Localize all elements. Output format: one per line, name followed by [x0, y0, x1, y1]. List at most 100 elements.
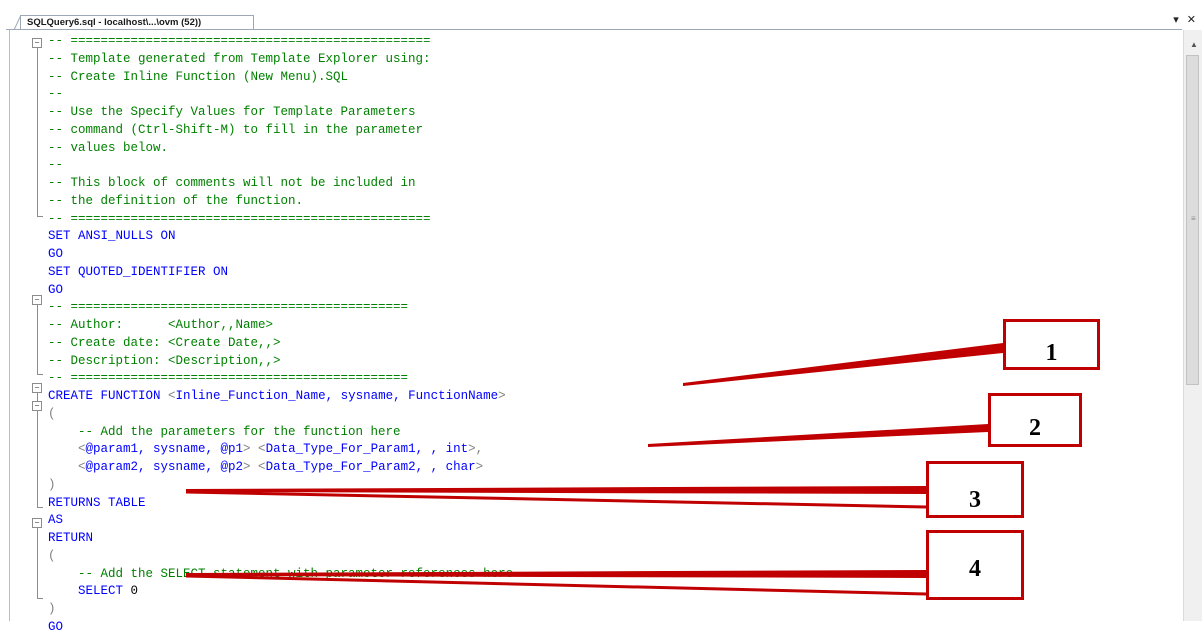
dropdown-icon[interactable]: ▾	[1173, 14, 1179, 26]
code-token: >	[475, 460, 484, 474]
code-line[interactable]: AS	[48, 512, 513, 530]
document-tab[interactable]: SQLQuery6.sql - localhost\...\ovm (52))	[20, 15, 254, 29]
code-line[interactable]: GO	[48, 619, 513, 637]
code-token: -- =====================================…	[48, 300, 409, 315]
code-line[interactable]: RETURNS TABLE	[48, 495, 513, 513]
code-line[interactable]: -- =====================================…	[48, 299, 513, 317]
callout-box-4: 4	[926, 530, 1024, 600]
code-token: ,	[475, 442, 484, 457]
code-token: -- Use the Specify Values for Template P…	[48, 105, 416, 119]
code-line[interactable]: GO	[48, 282, 513, 300]
code-token: GO	[48, 282, 64, 297]
code-line[interactable]: --	[48, 157, 513, 175]
code-token: >	[468, 442, 476, 457]
code-token: -- Add the parameters for the function h…	[48, 424, 401, 439]
code-line[interactable]: -- =====================================…	[48, 211, 513, 229]
code-token: <	[48, 460, 86, 474]
code-line[interactable]: <@param1, sysname, @p1> <Data_Type_For_P…	[48, 441, 513, 459]
code-token: RETURN	[48, 531, 94, 545]
code-token: SET QUOTED_IDENTIFIER ON	[48, 264, 229, 279]
code-line[interactable]: SET QUOTED_IDENTIFIER ON	[48, 264, 513, 282]
code-token: (	[48, 406, 56, 421]
code-token: -- =====================================…	[48, 371, 409, 386]
code-token: @param1, sysname, @p1	[85, 442, 244, 457]
fold-line	[37, 48, 38, 216]
fold-line	[37, 528, 38, 598]
code-line[interactable]: CREATE FUNCTION <Inline_Function_Name, s…	[48, 388, 513, 406]
code-line[interactable]: -- Add the SELECT statement with paramet…	[48, 566, 513, 584]
outlining-gutter: − − − − −	[10, 30, 48, 621]
code-token: > <	[243, 460, 266, 474]
code-line[interactable]: (	[48, 548, 513, 566]
code-line[interactable]: SET ANSI_NULLS ON	[48, 228, 513, 246]
code-token: Data_Type_For_Param1, , int	[265, 442, 469, 457]
code-token: SELECT	[48, 584, 131, 599]
code-token: @param2, sysname, @p2	[85, 460, 244, 474]
document-tab-bar: SQLQuery6.sql - localhost\...\ovm (52)) …	[0, 0, 1202, 30]
code-line[interactable]: -- This block of comments will not be in…	[48, 175, 513, 193]
collapse-icon[interactable]: −	[32, 383, 42, 393]
scrollbar-grip-icon: ≡	[1191, 214, 1196, 223]
code-token: AS	[48, 513, 64, 528]
code-line[interactable]: -- values below.	[48, 140, 513, 158]
fold-line	[37, 305, 38, 374]
code-line[interactable]: -- Create Inline Function (New Menu).SQL	[48, 69, 513, 87]
scroll-up-icon[interactable]: ▲	[1190, 40, 1198, 49]
callout-box-2: 2	[988, 393, 1082, 447]
callout-box-3: 3	[926, 461, 1024, 518]
code-token: -- the definition of the function.	[48, 193, 304, 208]
code-line[interactable]: )	[48, 477, 513, 495]
code-text[interactable]: -- =====================================…	[48, 33, 513, 637]
code-token: )	[48, 602, 56, 616]
code-token: >	[498, 389, 506, 403]
code-token: CREATE FUNCTION	[48, 389, 169, 403]
code-line[interactable]: <@param2, sysname, @p2> <Data_Type_For_P…	[48, 459, 513, 477]
fold-line	[37, 598, 43, 599]
fold-line	[37, 507, 43, 508]
tab-controls: ▾ ✕	[1168, 13, 1196, 26]
code-token: -- Add the SELECT statement with paramet…	[48, 566, 514, 581]
code-token: RETURNS TABLE	[48, 495, 146, 510]
code-token: (	[48, 548, 56, 563]
code-line[interactable]: -- Use the Specify Values for Template P…	[48, 104, 513, 122]
code-line[interactable]: -- Template generated from Template Expl…	[48, 51, 513, 69]
code-token: SET ANSI_NULLS ON	[48, 229, 176, 244]
close-icon[interactable]: ✕	[1187, 14, 1196, 26]
collapse-icon[interactable]: −	[32, 38, 42, 48]
code-token: -- values below.	[48, 140, 169, 155]
collapse-icon[interactable]: −	[32, 295, 42, 305]
code-line[interactable]: -- Add the parameters for the function h…	[48, 424, 513, 442]
code-token: -- Create Inline Function (New Menu).SQL	[48, 69, 349, 84]
code-token: -- Author: <Author,,Name>	[48, 318, 274, 332]
code-token: -- =====================================…	[48, 211, 431, 226]
code-line[interactable]: -- the definition of the function.	[48, 193, 513, 211]
code-token: -- Template generated from Template Expl…	[48, 51, 431, 66]
code-token: <	[48, 442, 86, 457]
code-token: -- This block of comments will not be in…	[48, 176, 416, 190]
code-line[interactable]: SELECT 0	[48, 583, 513, 601]
code-token: -- Create date: <Create Date,,>	[48, 335, 281, 350]
code-line[interactable]: (	[48, 406, 513, 424]
code-token: --	[48, 87, 64, 102]
fold-line	[37, 216, 43, 217]
collapse-icon[interactable]: −	[32, 401, 42, 411]
code-token: GO	[48, 619, 64, 634]
code-line[interactable]: -- command (Ctrl-Shift-M) to fill in the…	[48, 122, 513, 140]
collapse-icon[interactable]: −	[32, 518, 42, 528]
code-token: 0	[130, 584, 139, 599]
callout-box-1: 1	[1003, 319, 1100, 370]
code-token: > <	[243, 442, 266, 457]
code-token: --	[48, 158, 64, 173]
code-line[interactable]: GO	[48, 246, 513, 264]
code-line[interactable]: -- =====================================…	[48, 370, 513, 388]
code-line[interactable]: )	[48, 601, 513, 619]
code-token: )	[48, 477, 56, 492]
code-line[interactable]: -- Create date: <Create Date,,>	[48, 335, 513, 353]
code-line[interactable]: --	[48, 86, 513, 104]
code-line[interactable]: -- Author: <Author,,Name>	[48, 317, 513, 335]
code-token: -- =====================================…	[48, 34, 431, 48]
code-token: Data_Type_For_Param2, , char	[265, 460, 476, 474]
code-line[interactable]: RETURN	[48, 530, 513, 548]
code-line[interactable]: -- Description: <Description,,>	[48, 353, 513, 371]
code-line[interactable]: -- =====================================…	[48, 33, 513, 51]
